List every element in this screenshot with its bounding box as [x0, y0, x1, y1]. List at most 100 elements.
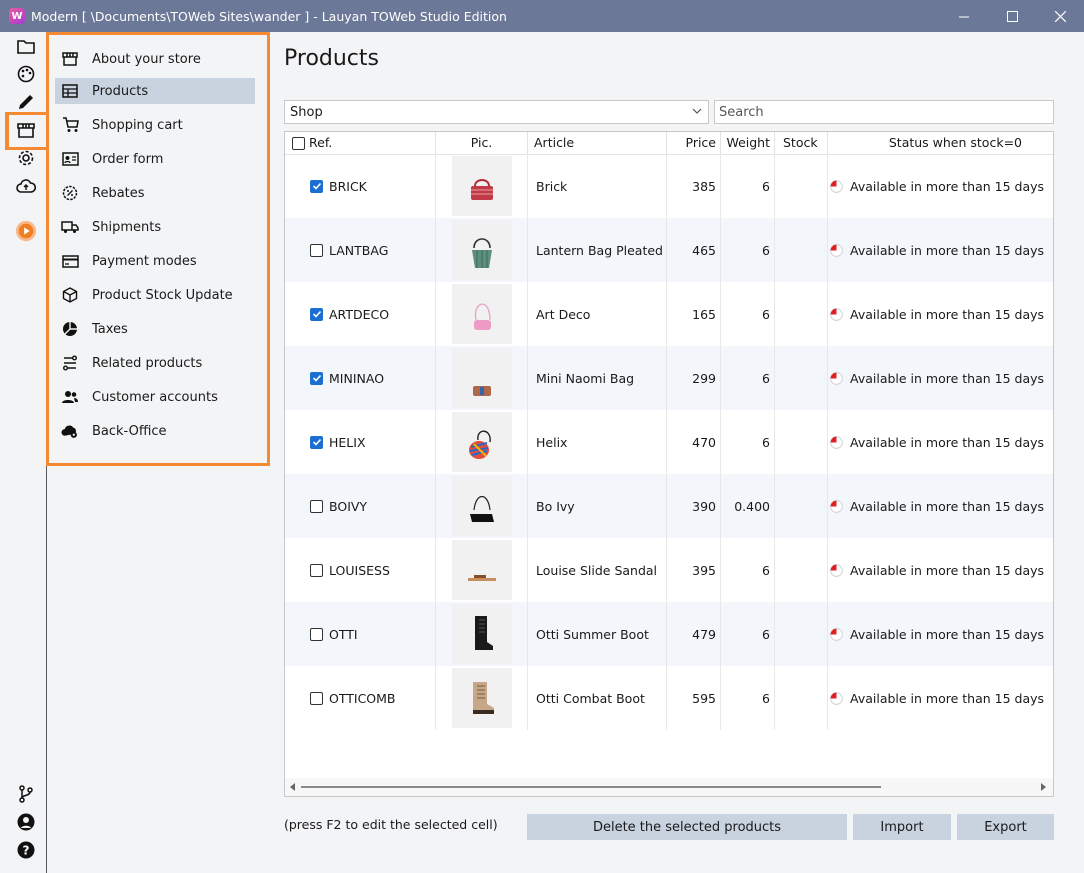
pic-cell[interactable]: [436, 282, 528, 346]
scrollbar-thumb[interactable]: [301, 786, 881, 788]
status-cell[interactable]: Available in more than 15 days: [828, 538, 1053, 602]
table-row[interactable]: OTTICOMB Otti Combat Boot 595 6 Availabl…: [285, 666, 1053, 730]
menu-item-payment-modes[interactable]: Payment modes: [55, 248, 255, 274]
status-cell[interactable]: Available in more than 15 days: [828, 666, 1053, 730]
ref-cell[interactable]: OTTI: [285, 602, 436, 666]
pic-cell[interactable]: [436, 666, 528, 730]
article-cell[interactable]: Bo Ivy: [528, 474, 667, 538]
weight-cell[interactable]: 0.400: [721, 474, 775, 538]
ref-cell[interactable]: LANTBAG: [285, 218, 436, 282]
status-cell[interactable]: Available in more than 15 days: [828, 346, 1053, 410]
menu-item-shipments[interactable]: Shipments: [55, 214, 255, 240]
column-article[interactable]: Article: [528, 132, 667, 154]
price-cell[interactable]: 479: [667, 602, 721, 666]
status-cell[interactable]: Available in more than 15 days: [828, 282, 1053, 346]
shop-select[interactable]: Shop: [284, 100, 709, 124]
column-status[interactable]: Status when stock=0: [828, 132, 1053, 154]
horizontal-scrollbar[interactable]: [285, 778, 1053, 796]
row-checkbox[interactable]: [310, 627, 323, 641]
article-cell[interactable]: Mini Naomi Bag: [528, 346, 667, 410]
menu-item-rebates[interactable]: Rebates: [55, 180, 255, 206]
ref-cell[interactable]: BRICK: [285, 154, 436, 218]
row-checkbox[interactable]: [310, 243, 323, 257]
weight-cell[interactable]: 6: [721, 218, 775, 282]
price-cell[interactable]: 385: [667, 154, 721, 218]
weight-cell[interactable]: 6: [721, 346, 775, 410]
pic-cell[interactable]: [436, 218, 528, 282]
status-cell[interactable]: Available in more than 15 days: [828, 410, 1053, 474]
ref-cell[interactable]: MININAO: [285, 346, 436, 410]
column-weight[interactable]: Weight: [721, 132, 775, 154]
ref-cell[interactable]: HELIX: [285, 410, 436, 474]
weight-cell[interactable]: 6: [721, 282, 775, 346]
status-cell[interactable]: Available in more than 15 days: [828, 474, 1053, 538]
column-ref[interactable]: Ref.: [285, 132, 436, 154]
price-cell[interactable]: 165: [667, 282, 721, 346]
table-row[interactable]: HELIX Helix 470 6 Available in more than…: [285, 410, 1053, 474]
article-cell[interactable]: Otti Combat Boot: [528, 666, 667, 730]
stock-cell[interactable]: [775, 602, 828, 666]
minimize-button[interactable]: [940, 0, 988, 32]
status-cell[interactable]: Available in more than 15 days: [828, 154, 1053, 218]
close-button[interactable]: [1036, 0, 1084, 32]
status-cell[interactable]: Available in more than 15 days: [828, 602, 1053, 666]
table-row[interactable]: LOUISESS Louise Slide Sandal 395 6 Avail…: [285, 538, 1053, 602]
row-checkbox[interactable]: [310, 563, 323, 577]
stock-cell[interactable]: [775, 154, 828, 218]
menu-item-shopping-cart[interactable]: Shopping cart: [55, 112, 255, 138]
table-row[interactable]: MININAO Mini Naomi Bag 299 6 Available i…: [285, 346, 1053, 410]
ref-cell[interactable]: LOUISESS: [285, 538, 436, 602]
column-price[interactable]: Price: [667, 132, 721, 154]
price-cell[interactable]: 470: [667, 410, 721, 474]
gear-icon[interactable]: [15, 147, 37, 169]
table-row[interactable]: BOIVY Bo Ivy 390 0.400 Available in more…: [285, 474, 1053, 538]
price-cell[interactable]: 595: [667, 666, 721, 730]
table-row[interactable]: BRICK Brick 385 6 Available in more than…: [285, 154, 1053, 218]
status-cell[interactable]: Available in more than 15 days: [828, 218, 1053, 282]
menu-item-product-stock-update[interactable]: Product Stock Update: [55, 282, 255, 308]
pic-cell[interactable]: [436, 410, 528, 474]
menu-item-customer-accounts[interactable]: Customer accounts: [55, 384, 255, 410]
article-cell[interactable]: Brick: [528, 154, 667, 218]
row-checkbox[interactable]: [310, 179, 323, 193]
branch-icon[interactable]: [15, 783, 37, 805]
ref-cell[interactable]: OTTICOMB: [285, 666, 436, 730]
row-checkbox[interactable]: [310, 499, 323, 513]
article-cell[interactable]: Helix: [528, 410, 667, 474]
stock-cell[interactable]: [775, 666, 828, 730]
column-stock[interactable]: Stock: [775, 132, 828, 154]
article-cell[interactable]: Art Deco: [528, 282, 667, 346]
weight-cell[interactable]: 6: [721, 538, 775, 602]
delete-selected-button[interactable]: Delete the selected products: [527, 814, 847, 840]
menu-item-about-store[interactable]: About your store: [55, 46, 255, 72]
column-pic[interactable]: Pic.: [436, 132, 528, 154]
article-cell[interactable]: Lantern Bag Pleated: [528, 218, 667, 282]
table-row[interactable]: OTTI Otti Summer Boot 479 6 Available in…: [285, 602, 1053, 666]
pic-cell[interactable]: [436, 346, 528, 410]
account-icon[interactable]: [15, 811, 37, 833]
price-cell[interactable]: 465: [667, 218, 721, 282]
menu-item-products[interactable]: Products: [55, 78, 255, 104]
stock-cell[interactable]: [775, 538, 828, 602]
stock-cell[interactable]: [775, 218, 828, 282]
menu-item-taxes[interactable]: Taxes: [55, 316, 255, 342]
pic-cell[interactable]: [436, 474, 528, 538]
menu-item-order-form[interactable]: Order form: [55, 146, 255, 172]
table-row[interactable]: LANTBAG Lantern Bag Pleated 465 6 Availa…: [285, 218, 1053, 282]
menu-item-back-office[interactable]: Back-Office: [55, 418, 255, 444]
row-checkbox[interactable]: [310, 371, 323, 385]
pic-cell[interactable]: [436, 602, 528, 666]
article-cell[interactable]: Louise Slide Sandal: [528, 538, 667, 602]
row-checkbox[interactable]: [310, 435, 323, 449]
ref-cell[interactable]: ARTDECO: [285, 282, 436, 346]
pic-cell[interactable]: [436, 538, 528, 602]
row-checkbox[interactable]: [310, 691, 323, 705]
ref-cell[interactable]: BOIVY: [285, 474, 436, 538]
export-button[interactable]: Export: [957, 814, 1054, 840]
weight-cell[interactable]: 6: [721, 602, 775, 666]
palette-icon[interactable]: [15, 63, 37, 85]
stock-cell[interactable]: [775, 282, 828, 346]
search-input[interactable]: [714, 100, 1054, 124]
pic-cell[interactable]: [436, 154, 528, 218]
price-cell[interactable]: 299: [667, 346, 721, 410]
